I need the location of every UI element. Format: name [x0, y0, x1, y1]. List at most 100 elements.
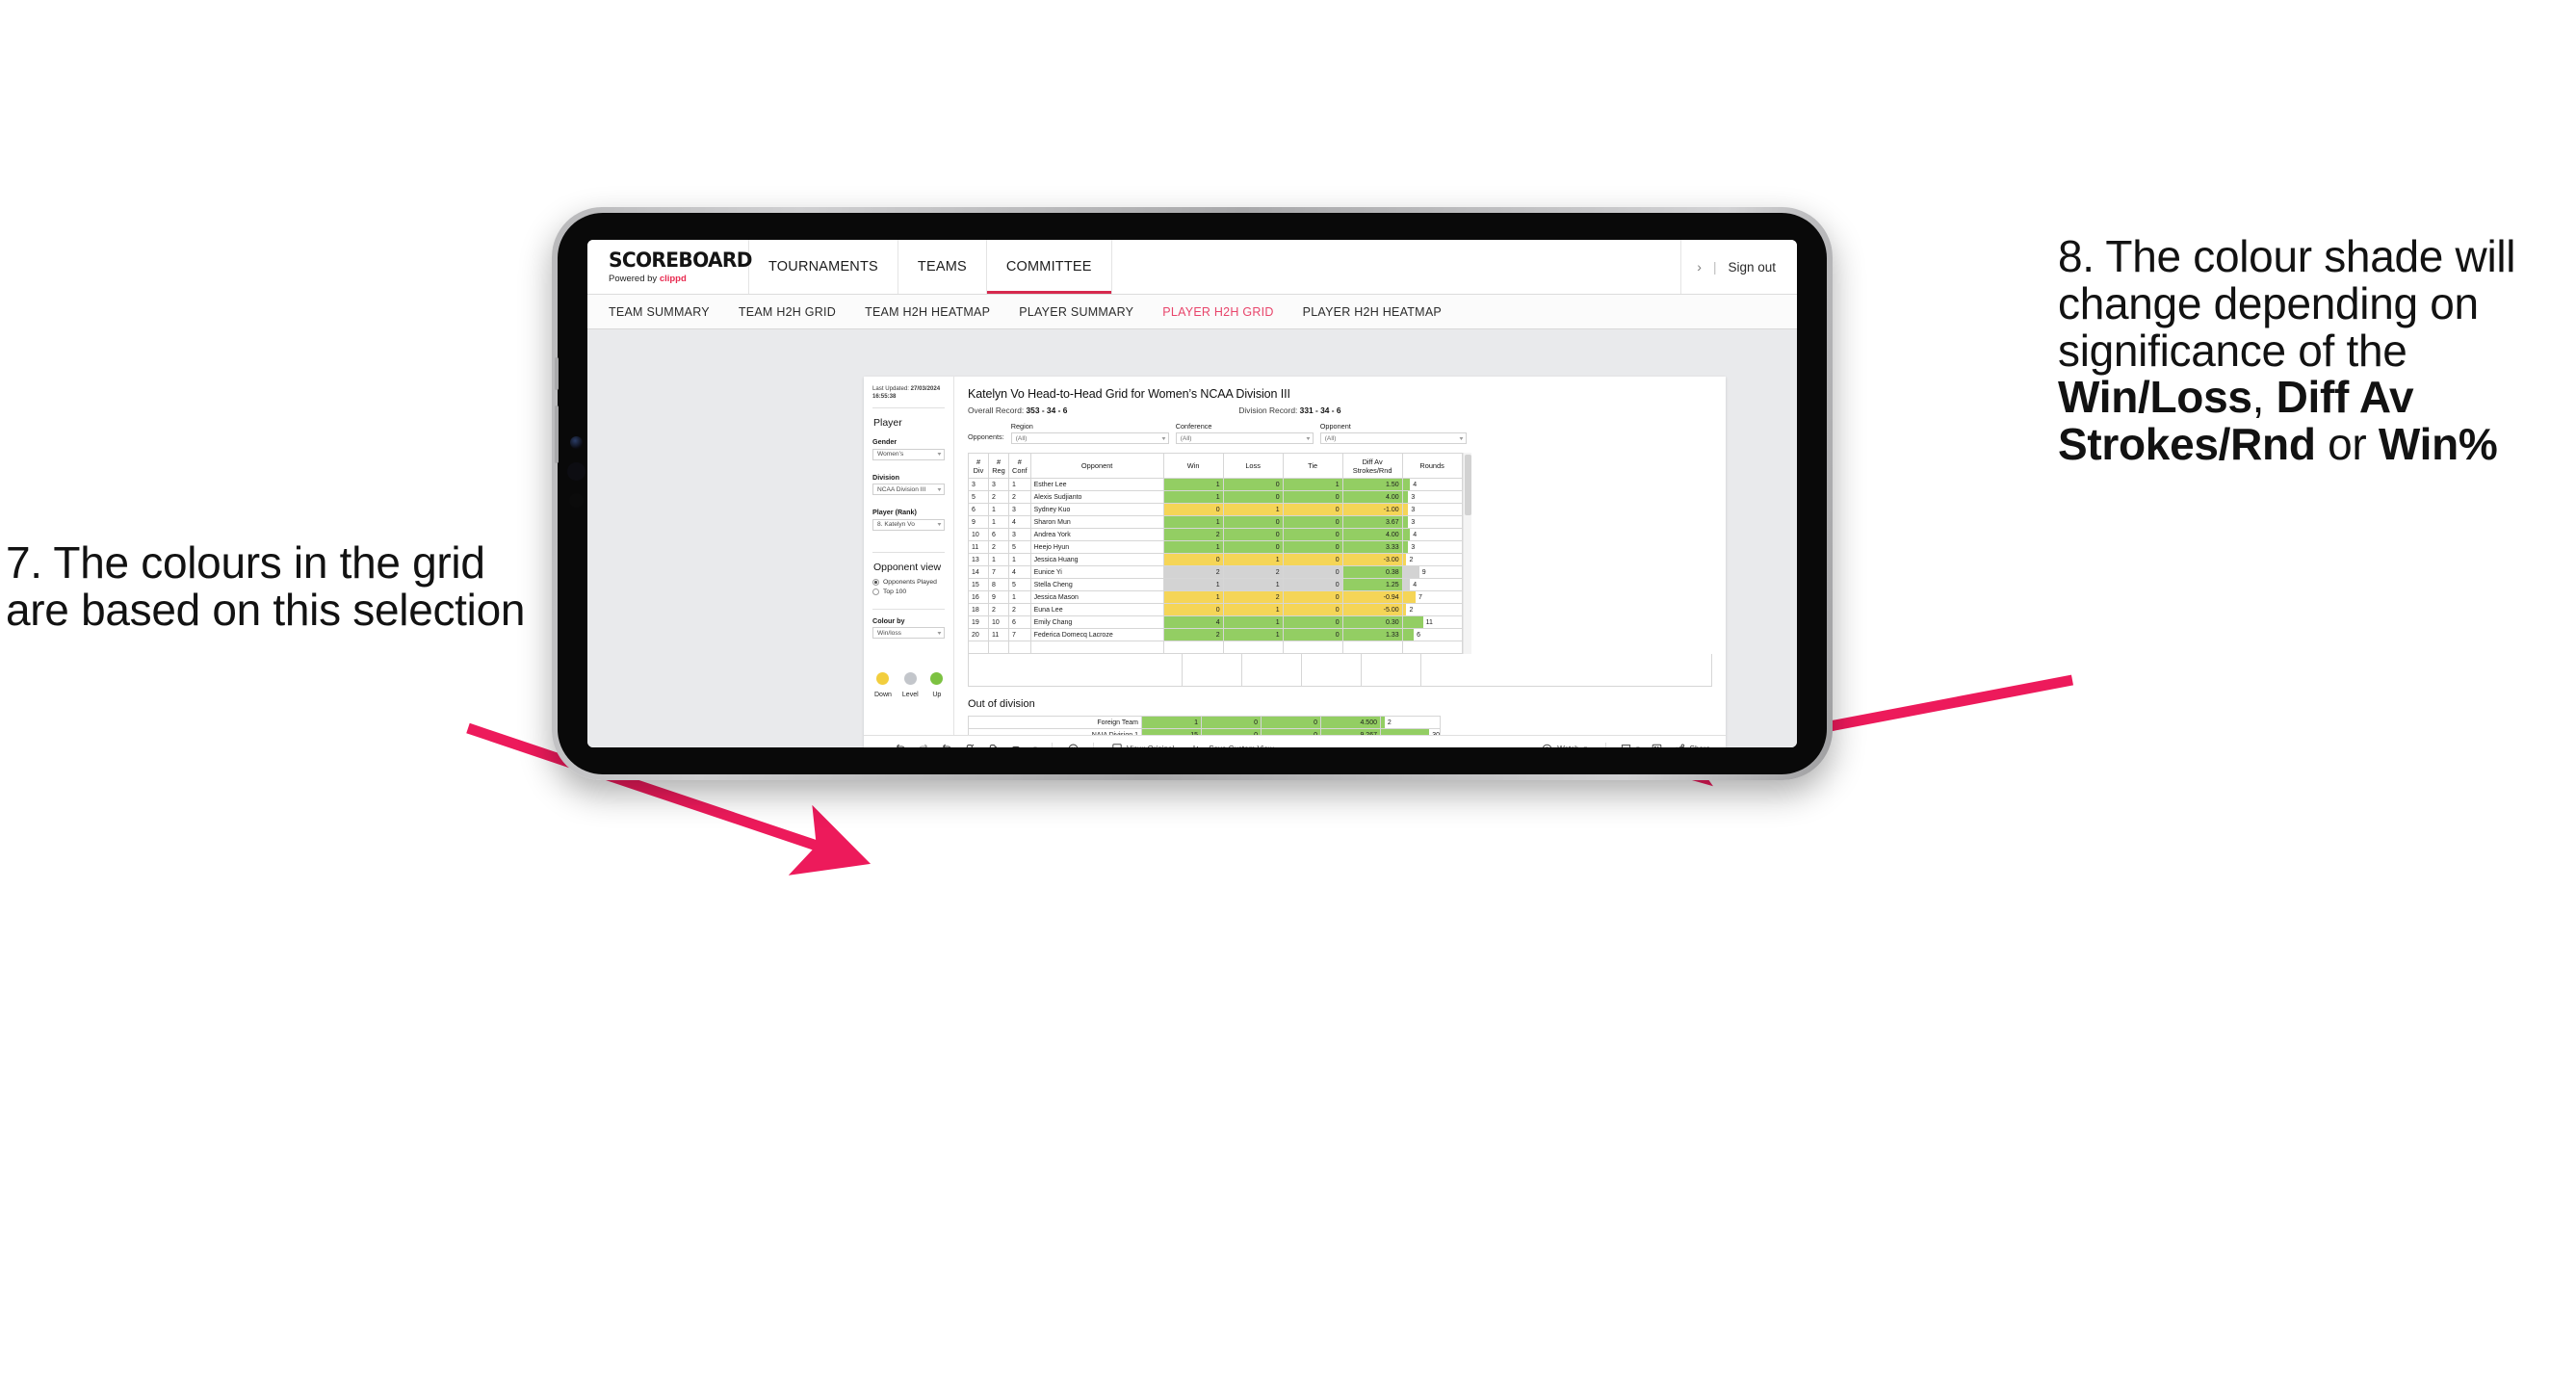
table-row[interactable]: 15 8 5 Stella Cheng 1 1 0 1.25 4	[968, 578, 1463, 591]
cell-rounds: 4	[1401, 528, 1463, 541]
cell-tie: 0	[1282, 628, 1343, 641]
filter-region-select[interactable]: (All) ▾	[1010, 432, 1169, 444]
colour-by-select[interactable]: Win/loss ▾	[872, 627, 945, 640]
share-button[interactable]: Share	[1669, 744, 1726, 747]
grid-empty-loss	[1242, 654, 1302, 686]
pause-icon[interactable]	[981, 743, 1004, 747]
cell-div: 11	[968, 540, 989, 554]
table-row[interactable]: 9 1 4 Sharon Mun 1 0 0 3.67 3	[968, 515, 1463, 529]
rounds-value: 11	[1425, 618, 1433, 626]
table-row[interactable]: Foreign Team 1 0 0 4.500 2	[968, 716, 1441, 729]
brand-logo[interactable]: SCOREBOARD Powered by clippd	[587, 240, 753, 294]
cell-tie: 0	[1282, 590, 1343, 604]
filter-opponent-select[interactable]: (All) ▾	[1319, 432, 1467, 444]
watch-button[interactable]: Watch ▾	[1532, 744, 1597, 747]
table-row[interactable]: 10 6 3 Andrea York 2 0 0 4.00 4	[968, 528, 1463, 541]
rounds-value: 30	[1432, 731, 1440, 736]
col-rounds: Rounds	[1401, 453, 1463, 479]
table-row[interactable]: 3 3 1 Esther Lee 1 0 1 1.50 4	[968, 478, 1463, 491]
highlight-caret-icon[interactable]: ▾	[1028, 745, 1043, 747]
nav-committee[interactable]: COMMITTEE	[986, 240, 1112, 294]
rounds-bar: 3	[1403, 541, 1461, 553]
radio-opponents-played[interactable]: Opponents Played	[872, 578, 945, 586]
cell-conf: 2	[1008, 490, 1031, 504]
division-value: NCAA Division III	[877, 485, 926, 493]
col-opponent: Opponent	[1029, 453, 1164, 479]
gender-select[interactable]: Women’s ▾	[872, 448, 945, 460]
highlight-icon[interactable]	[1004, 743, 1028, 747]
table-row[interactable]: 19 10 6 Emily Chang 4 1 0 0.30 11	[968, 615, 1463, 629]
cell-rounds: 3	[1401, 490, 1463, 504]
save-custom-view-button[interactable]: Save Custom View	[1184, 744, 1283, 747]
subnav-team-h2h-grid[interactable]: TEAM H2H GRID	[739, 305, 836, 319]
player-rank-select[interactable]: 8. Katelyn Vo ▾	[872, 518, 945, 531]
grid-vertical-scrollbar[interactable]	[1463, 453, 1471, 654]
chevron-down-icon: ▾	[937, 522, 942, 529]
cell-rounds: 30	[1380, 728, 1441, 736]
redo-icon[interactable]	[912, 743, 935, 747]
scrollbar-thumb[interactable]	[1465, 455, 1471, 515]
division-select[interactable]: NCAA Division III ▾	[872, 484, 945, 496]
rounds-value: 6	[1417, 631, 1420, 639]
table-row[interactable]: 6 1 3 Sydney Kuo 0 1 0 -1.00 3	[968, 503, 1463, 516]
cell-win: 0	[1162, 603, 1224, 616]
subnav-team-summary[interactable]: TEAM SUMMARY	[609, 305, 710, 319]
cell-win: 0	[1162, 553, 1224, 566]
table-row[interactable]: 20 11 7 Federica Domecq Lacroze 2 1 0 1.33 6	[968, 628, 1463, 641]
undo-icon[interactable]	[889, 743, 912, 747]
chevron-down-icon: ▾	[937, 486, 942, 493]
cell-opponent: Alexis Sudjianto	[1029, 490, 1164, 504]
cell-diff: -5.00	[1341, 603, 1403, 616]
overall-record-label: Overall Record:	[968, 405, 1027, 415]
rounds-bar: 9	[1403, 566, 1461, 578]
table-row[interactable]: 5 2 2 Alexis Sudjianto 1 0 0 4.00 3	[968, 490, 1463, 504]
download-button[interactable]: ▾	[1615, 744, 1646, 747]
cell-opponent: Eunice Yi	[1029, 565, 1164, 579]
cell-div: 15	[968, 578, 989, 591]
cell-rounds: 6	[1401, 628, 1463, 641]
cell-loss: 0	[1201, 728, 1262, 735]
rounds-bar-fill	[1381, 729, 1430, 735]
table-row[interactable]: 11 2 5 Heejo Hyun 1 0 0 3.33 3	[968, 540, 1463, 554]
refresh-icon[interactable]	[958, 743, 981, 747]
device-side-button[interactable]	[555, 357, 559, 390]
cell-conf: 7	[1008, 628, 1031, 641]
nav-spacer	[1112, 240, 1682, 294]
nav-teams[interactable]: TEAMS	[898, 240, 987, 294]
cell-diff: 1.25	[1341, 578, 1403, 591]
pause-auto-update-icon[interactable]	[1061, 743, 1084, 747]
cell-loss: 1	[1222, 603, 1284, 616]
fullscreen-icon[interactable]	[1646, 744, 1669, 747]
col-tie: Tie	[1282, 453, 1343, 479]
table-row[interactable]: 14 7 4 Eunice Yi 2 2 0 0.38 9	[968, 565, 1463, 579]
filter-conference-select[interactable]: (All) ▾	[1175, 432, 1314, 444]
filter-conference-caption: Conference	[1175, 422, 1212, 431]
rounds-bar-fill	[1403, 579, 1411, 590]
table-row[interactable]: 16 9 1 Jessica Mason 1 2 0 -0.94 7	[968, 590, 1463, 604]
nav-tournaments[interactable]: TOURNAMENTS	[749, 240, 898, 294]
rounds-bar: 4	[1403, 479, 1461, 490]
radio-top-100[interactable]: Top 100	[872, 588, 945, 595]
rounds-bar: 3	[1403, 491, 1461, 503]
subnav-player-h2h-grid[interactable]: PLAYER H2H GRID	[1162, 305, 1273, 319]
table-row[interactable]: 18 2 2 Euna Lee 0 1 0 -5.00 2	[968, 603, 1463, 616]
table-row[interactable]: 13 1 1 Jessica Huang 0 1 0 -3.00 2	[968, 553, 1463, 566]
cell-opponent: Andrea York	[1029, 528, 1164, 541]
rounds-bar-fill	[1403, 529, 1411, 540]
sign-out-link[interactable]: Sign out	[1728, 260, 1776, 275]
records-row: Overall Record: 353 - 34 - 6 Division Re…	[968, 405, 1712, 415]
subnav-player-h2h-heatmap[interactable]: PLAYER H2H HEATMAP	[1303, 305, 1442, 319]
cell-rounds: 3	[1401, 503, 1463, 516]
table-row[interactable]: NAIA Division 1 15 0 0 9.267 30	[968, 728, 1441, 736]
view-original-button[interactable]: View: Original	[1103, 743, 1184, 747]
grid-empty-win	[1183, 654, 1242, 686]
device-side-button[interactable]	[555, 405, 559, 463]
col-diff-line2: Strokes/Rnd	[1352, 465, 1392, 475]
cell-conf: 5	[1008, 540, 1031, 554]
cell-div: 14	[968, 565, 989, 579]
chevron-right-icon[interactable]: ›	[1697, 259, 1702, 275]
subnav-player-summary[interactable]: PLAYER SUMMARY	[1019, 305, 1133, 319]
revert-icon[interactable]	[935, 743, 958, 747]
cell-reg: 11	[988, 628, 1009, 641]
subnav-team-h2h-heatmap[interactable]: TEAM H2H HEATMAP	[865, 305, 990, 319]
